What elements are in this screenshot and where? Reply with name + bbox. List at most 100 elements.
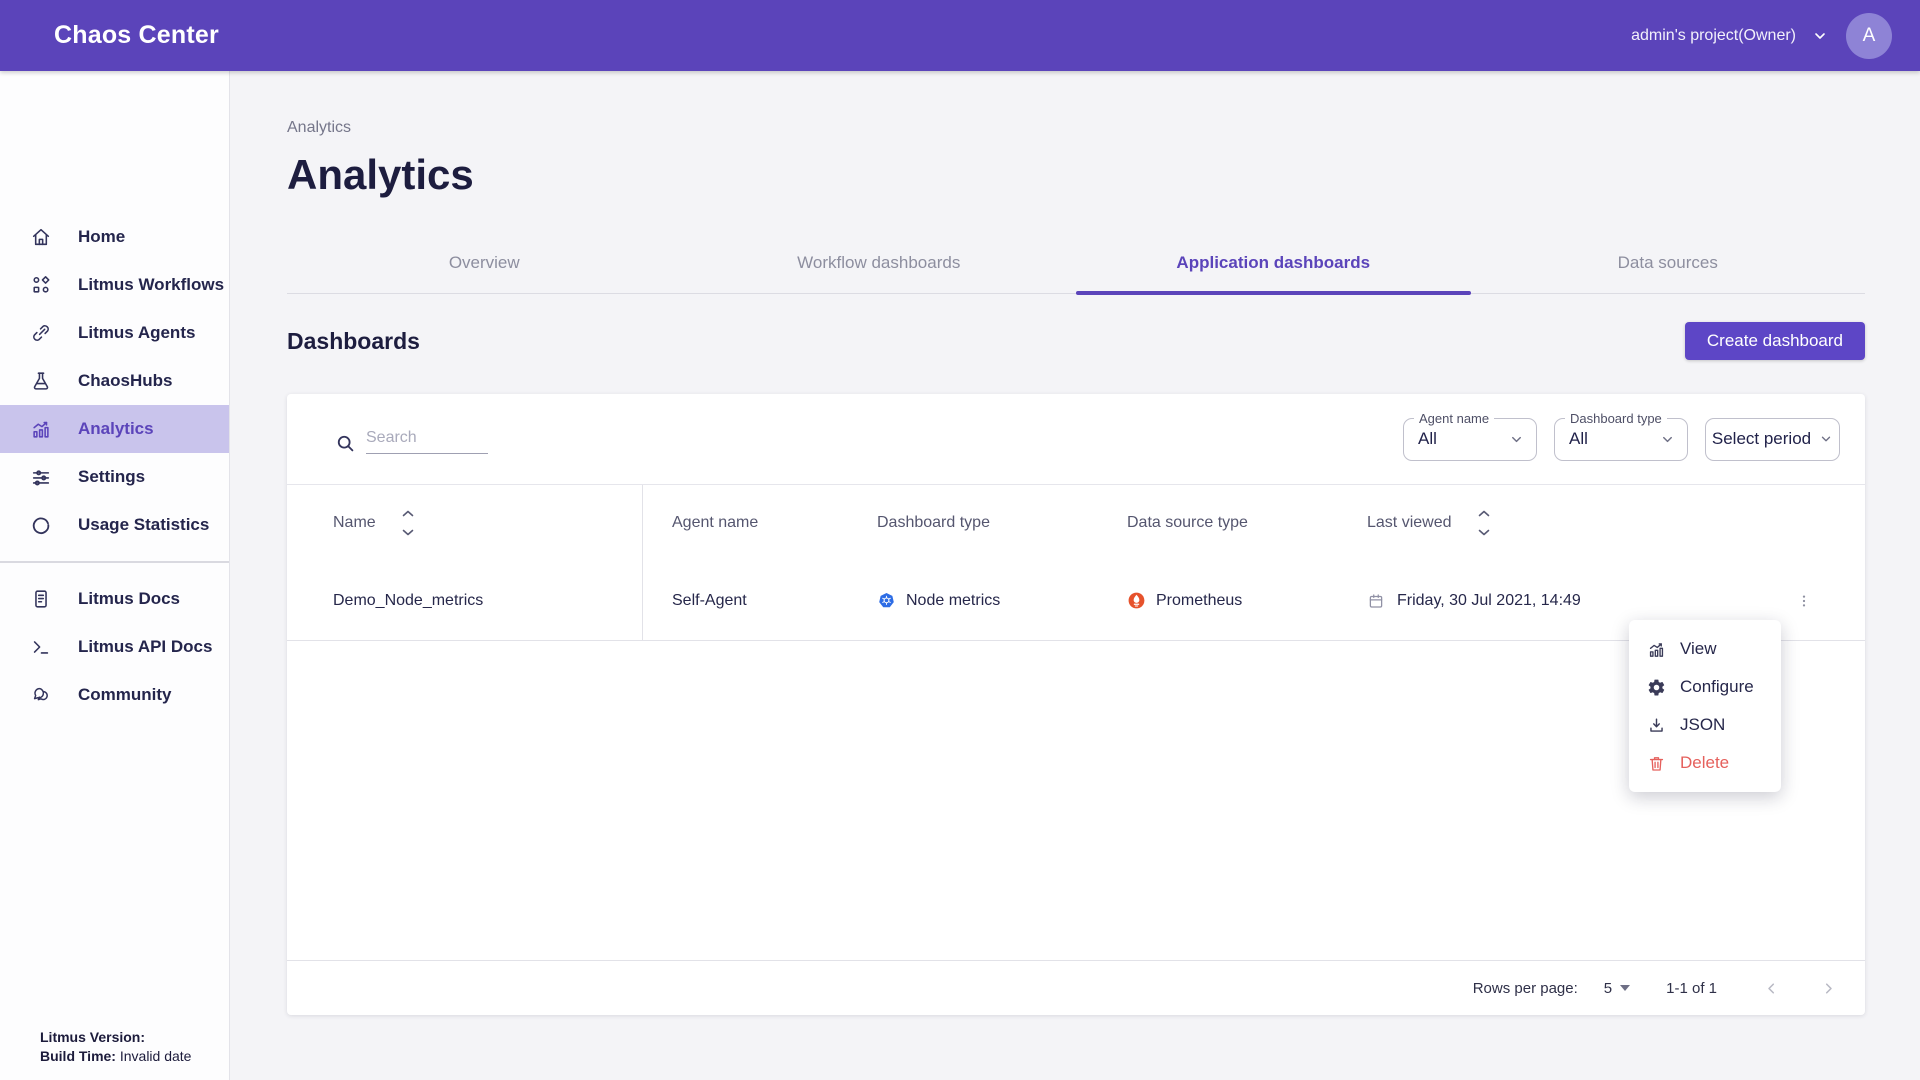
last-viewed-cell: Friday, 30 Jul 2021, 14:49 [1362,592,1742,610]
dashboard-type-select-value: All [1569,429,1588,449]
sidebar-item-label: Usage Statistics [78,515,209,535]
chevron-down-icon [1660,432,1675,447]
agents-icon [30,322,52,344]
home-icon [30,226,52,248]
agent-name-select-label: Agent name [1414,411,1494,426]
sidebar-item-litmus-workflows[interactable]: Litmus Workflows [0,261,229,309]
terminal-icon [30,636,52,658]
sidebar-item-litmus-api-docs[interactable]: Litmus API Docs [0,623,229,671]
tab-workflow-dashboards[interactable]: Workflow dashboards [682,239,1077,293]
rows-per-page-value: 5 [1604,980,1612,997]
document-icon [30,588,52,610]
sidebar-item-label: Analytics [78,419,154,439]
search-input[interactable] [366,425,488,454]
row-options-kebab-icon[interactable] [1787,584,1821,618]
column-header-agent-name: Agent name [643,514,872,532]
dashboard-type-label: Node metrics [906,592,1000,610]
agent-name-cell: Self-Agent [643,592,872,610]
sidebar-item-label: Home [78,227,125,247]
bar-chart-icon [1647,640,1666,659]
menu-item-json[interactable]: JSON [1629,706,1781,744]
avatar[interactable]: A [1846,13,1892,59]
rows-per-page-label: Rows per page: [1473,980,1578,997]
sidebar-item-label: Litmus Docs [78,589,180,609]
tab-overview[interactable]: Overview [287,239,682,293]
dashboard-name-cell: Demo_Node_metrics [287,561,643,640]
last-viewed-label: Friday, 30 Jul 2021, 14:49 [1397,592,1581,610]
sort-descending-icon [1478,529,1490,536]
menu-item-delete[interactable]: Delete [1629,744,1781,782]
sort-ascending-icon [402,510,414,517]
column-header-name: Name [333,514,376,532]
project-name: admin's project(Owner) [1631,27,1796,45]
column-header-dashboard-type: Dashboard type [872,514,1122,532]
sidebar-item-litmus-agents[interactable]: Litmus Agents [0,309,229,357]
menu-item-configure[interactable]: Configure [1629,668,1781,706]
next-page-button[interactable] [1814,974,1843,1003]
build-time-value: Invalid date [120,1048,192,1064]
breadcrumb: Analytics [287,119,1865,137]
search-icon [335,433,356,454]
dashboard-type-select[interactable]: Dashboard type All [1554,418,1688,461]
tab-data-sources[interactable]: Data sources [1471,239,1866,293]
build-time-label: Build Time: [40,1048,116,1064]
pagination-bar: Rows per page: 5 1-1 of 1 [287,960,1865,1015]
dashboards-heading: Dashboards [287,328,420,355]
tab-application-dashboards[interactable]: Application dashboards [1076,239,1471,293]
calendar-icon [1367,592,1385,610]
pagination-range: 1-1 of 1 [1666,980,1717,997]
sort-name-control[interactable] [402,510,414,536]
filter-row: Agent name All Dashboard type All Select… [287,394,1865,485]
sidebar-item-chaoshubs[interactable]: ChaosHubs [0,357,229,405]
sidebar-item-usage-statistics[interactable]: Usage Statistics [0,501,229,549]
rows-per-page-select[interactable]: 5 [1604,980,1630,997]
column-header-data-source-type: Data source type [1122,514,1362,532]
menu-item-label: Delete [1680,753,1729,773]
sidebar-item-label: Litmus Workflows [78,275,224,295]
dashboard-type-cell: Node metrics [872,591,1122,610]
sort-descending-icon [402,529,414,536]
row-context-menu: View Configure JSON Delete [1629,620,1781,792]
sort-last-viewed-control[interactable] [1478,510,1490,536]
select-period-button[interactable]: Select period [1705,418,1840,461]
data-source-cell: Prometheus [1122,591,1362,610]
analytics-chart-icon [30,418,52,440]
chevron-down-icon [1509,432,1524,447]
sidebar-item-label: ChaosHubs [78,371,172,391]
create-dashboard-button[interactable]: Create dashboard [1685,322,1865,360]
version-info: Litmus Version: Build Time: Invalid date [40,1028,191,1066]
data-source-label: Prometheus [1156,592,1242,610]
app-header: Chaos Center admin's project(Owner) A [0,0,1920,71]
app-title: Chaos Center [54,21,219,50]
menu-item-view[interactable]: View [1629,630,1781,668]
sidebar-item-label: Litmus API Docs [78,637,212,657]
sidebar-item-label: Litmus Agents [78,323,195,343]
settings-sliders-icon [30,466,52,488]
table-header: Name Agent name Dashboard type Data sour… [287,485,1865,561]
previous-page-button[interactable] [1757,974,1786,1003]
menu-item-label: View [1680,639,1717,659]
sidebar-divider [0,561,229,563]
download-icon [1647,716,1666,735]
dropdown-arrow-icon [1620,985,1630,991]
dashboard-type-select-label: Dashboard type [1565,411,1667,426]
chevron-down-icon [1819,432,1833,446]
chaoshubs-flask-icon [30,370,52,392]
sidebar: Home Litmus Workflows Litmus Agents Chao… [0,71,230,1080]
sidebar-item-label: Settings [78,467,145,487]
workflows-icon [30,274,52,296]
agent-name-select[interactable]: Agent name All [1403,418,1537,461]
gear-icon [1647,678,1666,697]
menu-item-label: JSON [1680,715,1725,735]
column-header-last-viewed: Last viewed [1367,514,1452,532]
sidebar-item-label: Community [78,685,172,705]
sidebar-item-home[interactable]: Home [0,213,229,261]
community-chat-icon [30,684,52,706]
sidebar-item-litmus-docs[interactable]: Litmus Docs [0,575,229,623]
select-period-label: Select period [1712,429,1811,449]
sidebar-item-analytics[interactable]: Analytics [0,405,229,453]
sidebar-item-community[interactable]: Community [0,671,229,719]
main-content: Analytics Analytics Overview Workflow da… [230,71,1920,1080]
project-switcher[interactable]: admin's project(Owner) [1631,27,1828,45]
sidebar-item-settings[interactable]: Settings [0,453,229,501]
